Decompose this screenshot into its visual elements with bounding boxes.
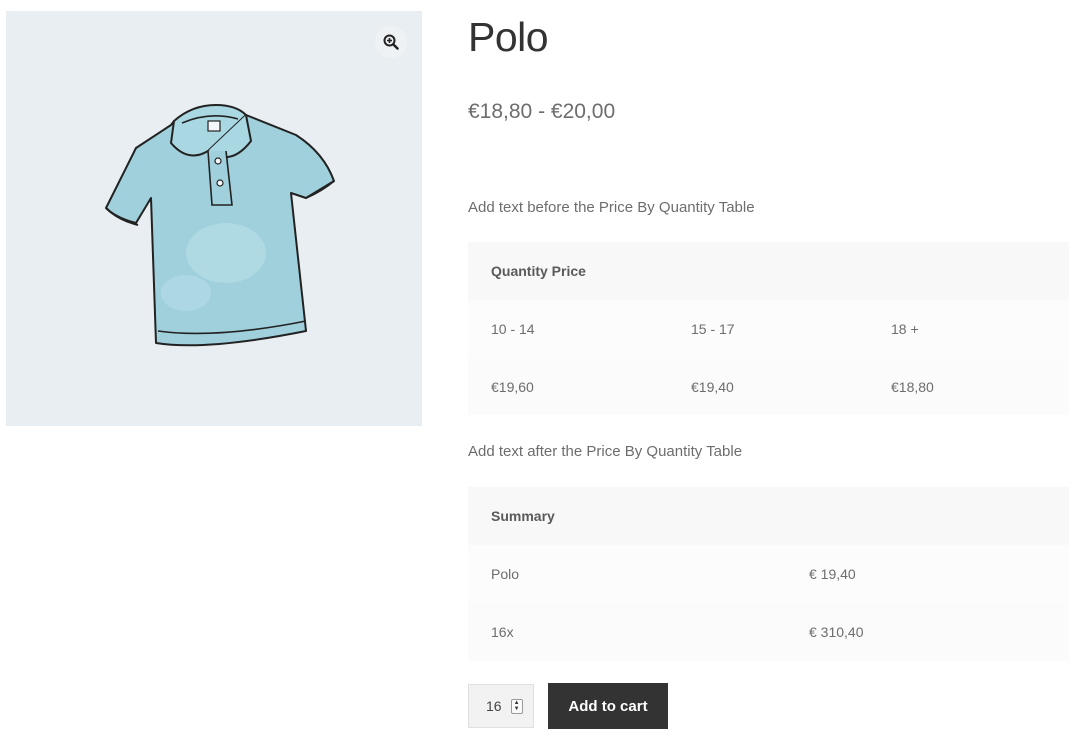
- summary-table: Summary Polo € 19,40 16x € 310,40: [468, 487, 1069, 661]
- table-row: €19,60 €19,40 €18,80: [468, 358, 1069, 415]
- quantity-price-cell: €19,60: [468, 358, 668, 415]
- summary-label-cell: Polo: [468, 545, 785, 603]
- table-row: 16x € 310,40: [468, 603, 1069, 661]
- quantity-range-cell: 18 +: [868, 300, 1069, 358]
- zoom-button[interactable]: [375, 26, 407, 58]
- summary-label-cell: 16x: [468, 603, 785, 661]
- polo-shirt-image: [105, 104, 335, 347]
- price-by-quantity-table: Quantity Price 10 - 14 15 - 17 18 + €19,…: [468, 242, 1069, 415]
- quantity-range-cell: 15 - 17: [668, 300, 868, 358]
- table-row: 10 - 14 15 - 17 18 +: [468, 300, 1069, 358]
- text-after-table: Add text after the Price By Quantity Tab…: [468, 443, 743, 460]
- quantity-value: 16: [486, 698, 502, 714]
- quantity-range-cell: 10 - 14: [468, 300, 668, 358]
- quantity-price-cell: €18,80: [868, 358, 1069, 415]
- add-to-cart-form: 16 ▲ ▼ Add to cart: [468, 683, 668, 729]
- product-title: Polo: [468, 14, 549, 60]
- quantity-price-cell: €19,40: [668, 358, 868, 415]
- product-page: Polo €18,80 - €20,00 Add text before the…: [0, 0, 1080, 744]
- summary-value-cell: € 19,40: [785, 545, 1069, 603]
- spinner-arrows-icon[interactable]: ▲ ▼: [510, 698, 523, 714]
- summary-header: Summary: [468, 487, 1069, 545]
- table-row: Polo € 19,40: [468, 545, 1069, 603]
- summary-value-cell: € 310,40: [785, 603, 1069, 661]
- product-gallery[interactable]: [6, 11, 422, 426]
- product-price-range: €18,80 - €20,00: [468, 100, 616, 123]
- spinner-down-icon[interactable]: ▼: [514, 706, 520, 712]
- zoom-in-icon: [383, 34, 399, 50]
- quantity-input[interactable]: 16 ▲ ▼: [468, 684, 534, 728]
- add-to-cart-button[interactable]: Add to cart: [548, 683, 668, 729]
- quantity-price-header: Quantity Price: [468, 242, 1069, 300]
- text-before-table: Add text before the Price By Quantity Ta…: [468, 199, 755, 216]
